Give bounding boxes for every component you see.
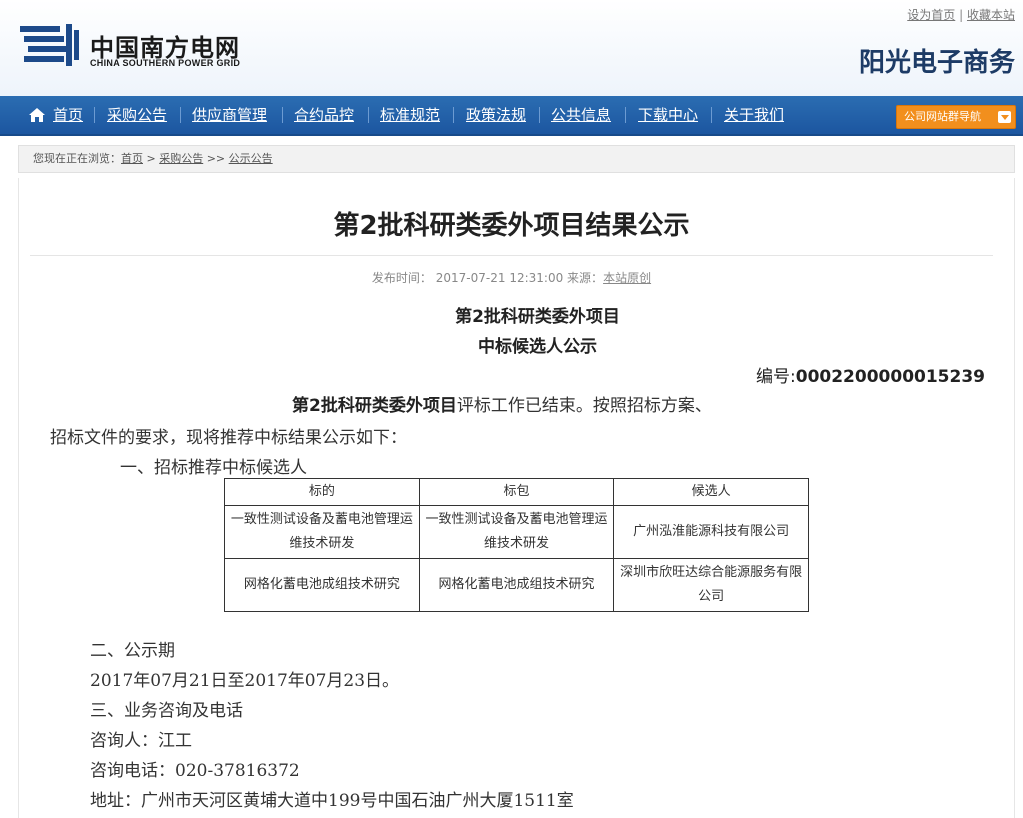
logo-english-name: CHINA SOUTHERN POWER GRID bbox=[90, 58, 241, 68]
breadcrumb-separator: >> bbox=[206, 152, 226, 165]
intro-text: 评标工作已结束。按照招标方案、 bbox=[456, 396, 712, 416]
nav-item-procurement[interactable]: 采购公告 bbox=[107, 96, 167, 134]
main-nav: 首页 采购公告 供应商管理 合约品控 标准规范 政策法规 公共信息 下载中心 关… bbox=[0, 96, 1023, 136]
table-cell-candidate: 深圳市欣旺达综合能源服务有限公司 bbox=[613, 558, 809, 612]
serial-label: 编号: bbox=[756, 367, 796, 387]
section-heading-contact: 三、业务咨询及电话 bbox=[90, 701, 243, 721]
notice-period: 2017年07月21日至2017年07月23日。 bbox=[90, 671, 400, 691]
source-link[interactable]: 本站原创 bbox=[603, 271, 651, 285]
article-meta: 发布时间： 2017-07-21 12:31:00 来源：本站原创 bbox=[0, 269, 1023, 286]
csg-logo-mark bbox=[20, 24, 79, 66]
column-header-subject: 标的 bbox=[224, 478, 420, 506]
source-label: 来源： bbox=[567, 271, 604, 285]
contact-address: 地址：广州市天河区黄埔大道中199号中国石油广州大厦1511室 bbox=[90, 791, 574, 811]
nav-item-suppliers[interactable]: 供应商管理 bbox=[192, 96, 267, 134]
site-logo[interactable]: 中国南方电网 CHINA SOUTHERN POWER GRID bbox=[20, 24, 280, 72]
nav-item-standards[interactable]: 标准规范 bbox=[380, 96, 440, 134]
nav-divider bbox=[368, 107, 369, 123]
nav-divider bbox=[282, 107, 283, 123]
page-title: 第2批科研类委外项目结果公示 bbox=[333, 211, 690, 241]
contact-person: 咨询人：江工 bbox=[90, 731, 192, 751]
nav-item-contract-qc[interactable]: 合约品控 bbox=[294, 96, 354, 134]
table-header-row: 标的 标包 候选人 bbox=[224, 478, 809, 506]
title-divider bbox=[30, 255, 993, 256]
nav-item-public-info[interactable]: 公共信息 bbox=[551, 96, 611, 134]
table-row: 网格化蓄电池成组技术研究 网格化蓄电池成组技术研究 深圳市欣旺达综合能源服务有限… bbox=[224, 558, 809, 612]
brand-title: 阳光电子商务 bbox=[858, 48, 1015, 78]
site-group-nav-dropdown[interactable]: 公司网站群导航 bbox=[896, 105, 1016, 129]
chevron-down-icon bbox=[998, 111, 1011, 123]
nav-item-home[interactable]: 首页 bbox=[53, 96, 83, 134]
nav-divider bbox=[453, 107, 454, 123]
nav-item-policies[interactable]: 政策法规 bbox=[466, 96, 526, 134]
table-cell-subject: 一致性测试设备及蓄电池管理运维技术研发 bbox=[224, 505, 420, 559]
top-links: 设为首页 | 收藏本站 bbox=[907, 6, 1015, 23]
column-header-package: 标包 bbox=[418, 478, 615, 506]
nav-divider bbox=[625, 107, 626, 123]
table-cell-candidate: 广州泓淮能源科技有限公司 bbox=[613, 505, 809, 559]
site-header: 中国南方电网 CHINA SOUTHERN POWER GRID 设为首页 | … bbox=[0, 0, 1023, 96]
bookmark-link[interactable]: 收藏本站 bbox=[967, 8, 1015, 22]
candidates-table: 标的 标包 候选人 一致性测试设备及蓄电池管理运维技术研发 一致性测试设备及蓄电… bbox=[224, 478, 809, 612]
nav-divider bbox=[539, 107, 540, 123]
table-cell-package: 一致性测试设备及蓄电池管理运维技术研发 bbox=[418, 505, 615, 559]
set-home-link[interactable]: 设为首页 bbox=[907, 8, 955, 22]
breadcrumb-procurement[interactable]: 采购公告 bbox=[159, 152, 203, 165]
nav-divider bbox=[94, 107, 95, 123]
table-row: 一致性测试设备及蓄电池管理运维技术研发 一致性测试设备及蓄电池管理运维技术研发 … bbox=[224, 505, 809, 559]
intro-project-name: 第2批科研类委外项目 bbox=[292, 396, 457, 416]
section-heading-candidates: 一、招标推荐中标候选人 bbox=[120, 458, 307, 478]
article-subtitle-project: 第2批科研类委外项目 bbox=[455, 307, 620, 327]
nav-divider bbox=[180, 107, 181, 123]
serial-value: 0002200000015239 bbox=[795, 367, 985, 387]
article-subtitle-notice: 中标候选人公示 bbox=[478, 337, 597, 357]
nav-divider bbox=[711, 107, 712, 123]
nav-item-downloads[interactable]: 下载中心 bbox=[638, 96, 698, 134]
column-header-candidate: 候选人 bbox=[613, 478, 809, 506]
table-cell-package: 网格化蓄电池成组技术研究 bbox=[418, 558, 615, 612]
breadcrumb-home[interactable]: 首页 bbox=[121, 152, 143, 165]
intro-line-1: 第2批科研类委外项目评标工作已结束。按照招标方案、 bbox=[292, 391, 712, 416]
top-links-separator: | bbox=[959, 8, 964, 22]
published-time: 2017-07-21 12:31:00 bbox=[435, 271, 564, 285]
section-heading-period: 二、公示期 bbox=[90, 641, 175, 661]
home-icon[interactable] bbox=[28, 107, 46, 123]
breadcrumb-separator: > bbox=[146, 152, 156, 165]
site-group-nav-label: 公司网站群导航 bbox=[904, 110, 981, 123]
breadcrumb-prefix: 您现在正在浏览： bbox=[33, 152, 121, 165]
published-label: 发布时间： bbox=[371, 271, 432, 285]
table-cell-subject: 网格化蓄电池成组技术研究 bbox=[224, 558, 420, 612]
breadcrumb: 您现在正在浏览：首页 > 采购公告 >> 公示公告 bbox=[18, 145, 1015, 173]
nav-item-about[interactable]: 关于我们 bbox=[724, 96, 784, 134]
serial-number: 编号:0002200000015239 bbox=[756, 362, 985, 387]
intro-line-2: 招标文件的要求，现将推荐中标结果公示如下： bbox=[50, 428, 407, 448]
contact-phone: 咨询电话：020-37816372 bbox=[90, 761, 300, 781]
breadcrumb-announcements[interactable]: 公示公告 bbox=[229, 152, 273, 165]
